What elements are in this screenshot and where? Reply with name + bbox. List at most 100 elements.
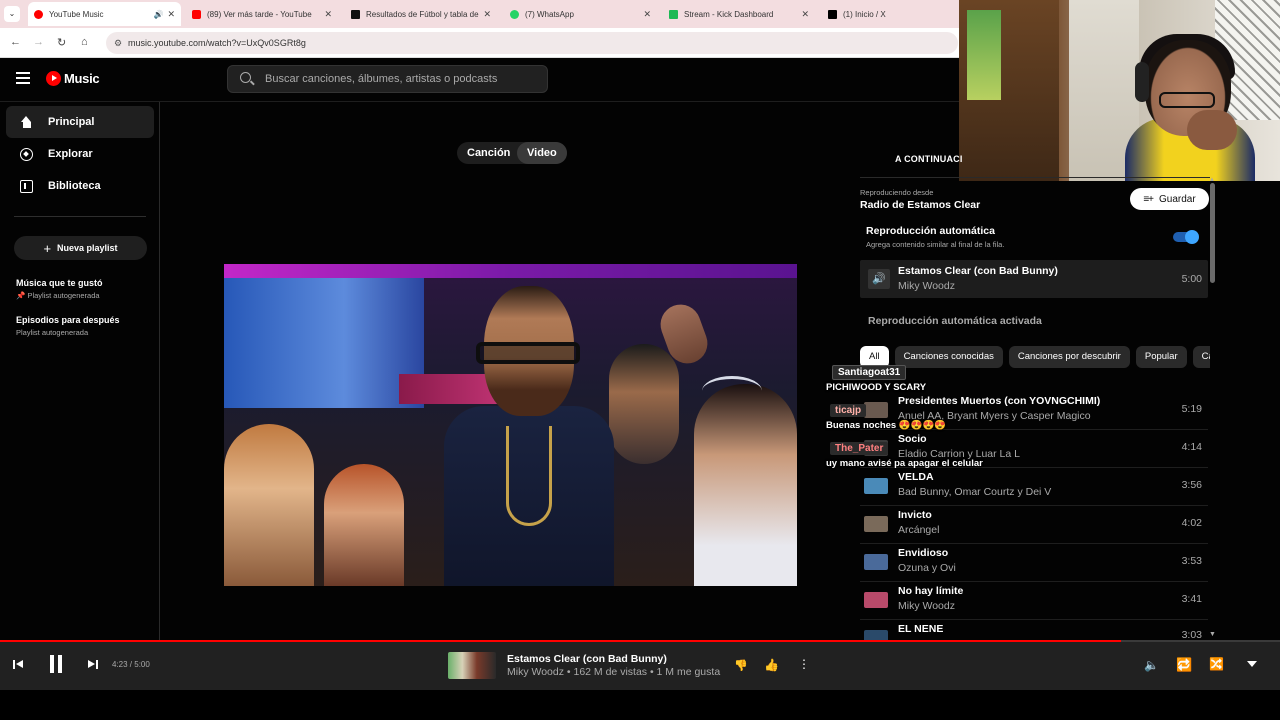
tab-youtube-music[interactable]: YouTube Music 🔊 ✕ (28, 2, 181, 26)
library-icon (20, 179, 33, 193)
sidebar-item-biblioteca[interactable]: Biblioteca (6, 170, 154, 202)
now-playing-subtitle[interactable]: Miky Woodz • 162 M de vistas • 1 M me gu… (507, 666, 720, 678)
autoplay-active-label: Reproducción automática activada (868, 315, 1042, 327)
list-item[interactable]: EL NENE 3:03 (860, 620, 1208, 640)
track-thumbnail (864, 516, 888, 532)
sidebar: Principal Explorar Biblioteca + Nueva pl… (0, 102, 160, 640)
next-track-icon[interactable] (88, 659, 100, 671)
video-person (324, 464, 404, 586)
list-item[interactable]: No hay límite Miky Woodz 3:41 (860, 582, 1208, 620)
video-stage-light (224, 264, 797, 278)
repeat-icon[interactable]: 🔁 (1176, 657, 1192, 673)
autoplay-switch[interactable] (1173, 230, 1199, 244)
whatsapp-favicon (510, 9, 519, 19)
toggle-song[interactable]: Canción (457, 142, 520, 164)
playlist-add-icon: ≡+ (1143, 193, 1154, 205)
queue-scrollbar[interactable] (1210, 183, 1215, 283)
forward-icon[interactable]: → (33, 36, 44, 48)
reload-icon[interactable]: ↻ (57, 36, 66, 49)
video-player[interactable] (224, 264, 797, 586)
video-person (609, 344, 679, 464)
tab-whatsapp[interactable]: (7) WhatsApp ✕ (504, 2, 657, 26)
tab-underline (860, 177, 1210, 178)
youtube-music-logo[interactable]: Music (46, 71, 100, 86)
video-screen-backdrop (224, 278, 424, 408)
youtube-music-favicon (34, 9, 43, 19)
video-crown (702, 376, 762, 406)
url-field[interactable]: ⚙ music.youtube.com/watch?v=UxQv0SGRt8g (106, 32, 958, 54)
chat-username: ticajp (830, 404, 867, 417)
playing-from-label: Reproduciendo desde (860, 188, 934, 197)
autoplay-subtitle: Agrega contenido similar al final de la … (866, 240, 1005, 249)
new-playlist-button[interactable]: + Nueva playlist (14, 236, 147, 260)
now-playing-speaker-icon: 🔊 (868, 269, 890, 289)
video-person (224, 424, 314, 586)
close-tab-icon[interactable]: ✕ (167, 9, 175, 20)
sidebar-item-principal[interactable]: Principal (6, 106, 154, 138)
screen: ⌄ YouTube Music 🔊 ✕ (89) Ver más tarde -… (0, 0, 1280, 720)
save-button[interactable]: ≡+ Guardar (1130, 188, 1209, 210)
toggle-video[interactable]: Video (517, 142, 567, 164)
sidebar-item-explorar[interactable]: Explorar (6, 138, 154, 170)
previous-track-icon[interactable] (13, 659, 25, 671)
playlist-item-liked[interactable]: Música que te gustó 📌 Playlist autogener… (16, 278, 156, 300)
home-icon (20, 115, 33, 129)
playback-time: 4:23 / 5:00 (112, 660, 150, 669)
player-bar: 4:23 / 5:00 Estamos Clear (con Bad Bunny… (0, 642, 1280, 690)
menu-icon[interactable] (16, 72, 30, 87)
track-thumbnail (864, 478, 888, 494)
list-item[interactable]: Invicto Arcángel 4:02 (860, 506, 1208, 544)
track-thumbnail (864, 630, 888, 640)
chip-popular[interactable]: Popular (1135, 346, 1187, 368)
tab-audio-icon[interactable]: 🔊 (153, 10, 163, 19)
dislike-icon[interactable]: 👎 (734, 659, 748, 672)
tab-search-icon[interactable]: ⌄ (4, 6, 20, 22)
chip-canciones-por-descubrir[interactable]: Canciones por descubrir (1008, 346, 1130, 368)
like-icon[interactable]: 👍 (764, 658, 779, 672)
stream-chat-overlay: Santiagoat31 PICHIWOOD Y SCARY ticajp Bu… (826, 362, 1006, 469)
home-button-icon[interactable]: ⌂ (81, 36, 88, 48)
search-input[interactable] (265, 66, 535, 92)
track-thumbnail (864, 592, 888, 608)
x-favicon (828, 9, 837, 19)
chat-message: PICHIWOOD Y SCARY (826, 382, 927, 393)
song-video-toggle: Canción Video (457, 142, 567, 164)
chat-message: Buenas noches 😍😍😍😍 (826, 420, 947, 431)
search-box[interactable] (227, 65, 548, 93)
tab-up-next[interactable]: A CONTINUACI (895, 154, 963, 164)
playing-from-name: Radio de Estamos Clear (860, 199, 981, 211)
chat-message: uy mano avisé pa apagar el celular (826, 458, 983, 469)
now-playing-thumbnail[interactable] (448, 652, 496, 679)
now-playing-title[interactable]: Estamos Clear (con Bad Bunny) (507, 653, 667, 665)
video-person (694, 384, 797, 586)
letterbox-bottom (0, 690, 1280, 720)
tab-kick-dashboard[interactable]: Stream - Kick Dashboard ✕ (663, 2, 815, 26)
close-tab-icon[interactable]: ✕ (643, 9, 651, 20)
plus-icon: + (43, 240, 52, 256)
sidebar-divider (14, 216, 146, 217)
expand-player-icon[interactable] (1247, 661, 1257, 667)
site-info-icon[interactable]: ⚙ (114, 32, 122, 54)
chip-more[interactable]: Ca (1192, 346, 1210, 368)
video-main-artist (444, 286, 614, 586)
chat-username: The_Pater (830, 442, 889, 455)
list-item[interactable]: VELDA Bad Bunny, Omar Courtz y Dei V 3:5… (860, 468, 1208, 506)
more-options-icon[interactable]: ⋮ (798, 657, 810, 671)
queue-current-item[interactable]: 🔊 Estamos Clear (con Bad Bunny) Miky Woo… (860, 260, 1208, 298)
volume-icon[interactable]: 🔈 (1144, 658, 1159, 672)
close-tab-icon[interactable]: ✕ (801, 9, 809, 20)
back-icon[interactable]: ← (10, 36, 21, 48)
list-item[interactable]: Envidioso Ozuna y Ovi 3:53 (860, 544, 1208, 582)
youtube-favicon (192, 9, 201, 19)
pause-icon[interactable] (48, 655, 64, 673)
playlist-item-episodes[interactable]: Episodios para después Playlist autogene… (16, 315, 156, 337)
tab-resultados-futbol[interactable]: Resultados de Fútbol y tabla de ✕ (345, 2, 497, 26)
close-tab-icon[interactable]: ✕ (324, 9, 332, 20)
tab-x-inicio[interactable]: (1) Inicio / X (822, 2, 959, 26)
pin-icon: 📌 (16, 291, 26, 300)
track-thumbnail (864, 554, 888, 570)
shuffle-icon[interactable]: 🔀 (1209, 657, 1224, 671)
tab-ver-mas-tarde[interactable]: (89) Ver más tarde - YouTube ✕ (186, 2, 338, 26)
close-tab-icon[interactable]: ✕ (483, 9, 491, 20)
scroll-down-icon[interactable]: ▼ (1209, 631, 1216, 638)
